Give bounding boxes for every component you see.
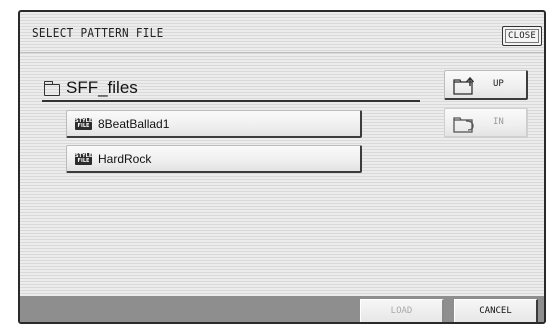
folder-up-icon bbox=[453, 76, 475, 95]
select-pattern-file-dialog: SELECT PATTERN FILE CLOSE SFF_files STYL… bbox=[18, 10, 546, 324]
in-label: IN bbox=[493, 117, 504, 127]
up-button[interactable]: UP bbox=[444, 70, 528, 100]
up-label: UP bbox=[493, 79, 504, 89]
cancel-button[interactable]: CANCEL bbox=[454, 299, 538, 322]
dialog-title: SELECT PATTERN FILE bbox=[32, 26, 164, 41]
current-folder: SFF_files bbox=[42, 78, 420, 102]
title-divider bbox=[20, 52, 544, 53]
file-item-hardrock[interactable]: STYLE FILE HardRock bbox=[66, 145, 362, 173]
folder-icon bbox=[44, 81, 60, 96]
style-file-icon: STYLE FILE bbox=[75, 118, 93, 130]
style-file-icon: STYLE FILE bbox=[75, 153, 93, 165]
file-item-8beatballad1[interactable]: STYLE FILE 8BeatBallad1 bbox=[66, 110, 362, 138]
close-button[interactable]: CLOSE bbox=[502, 26, 542, 46]
in-button[interactable]: IN bbox=[444, 108, 528, 138]
load-button[interactable]: LOAD bbox=[360, 299, 444, 322]
footer-bar: LOAD CANCEL bbox=[20, 296, 544, 322]
file-label: HardRock bbox=[98, 152, 152, 166]
folder-name: SFF_files bbox=[66, 78, 138, 97]
file-label: 8BeatBallad1 bbox=[98, 117, 170, 131]
folder-in-icon bbox=[453, 117, 474, 133]
